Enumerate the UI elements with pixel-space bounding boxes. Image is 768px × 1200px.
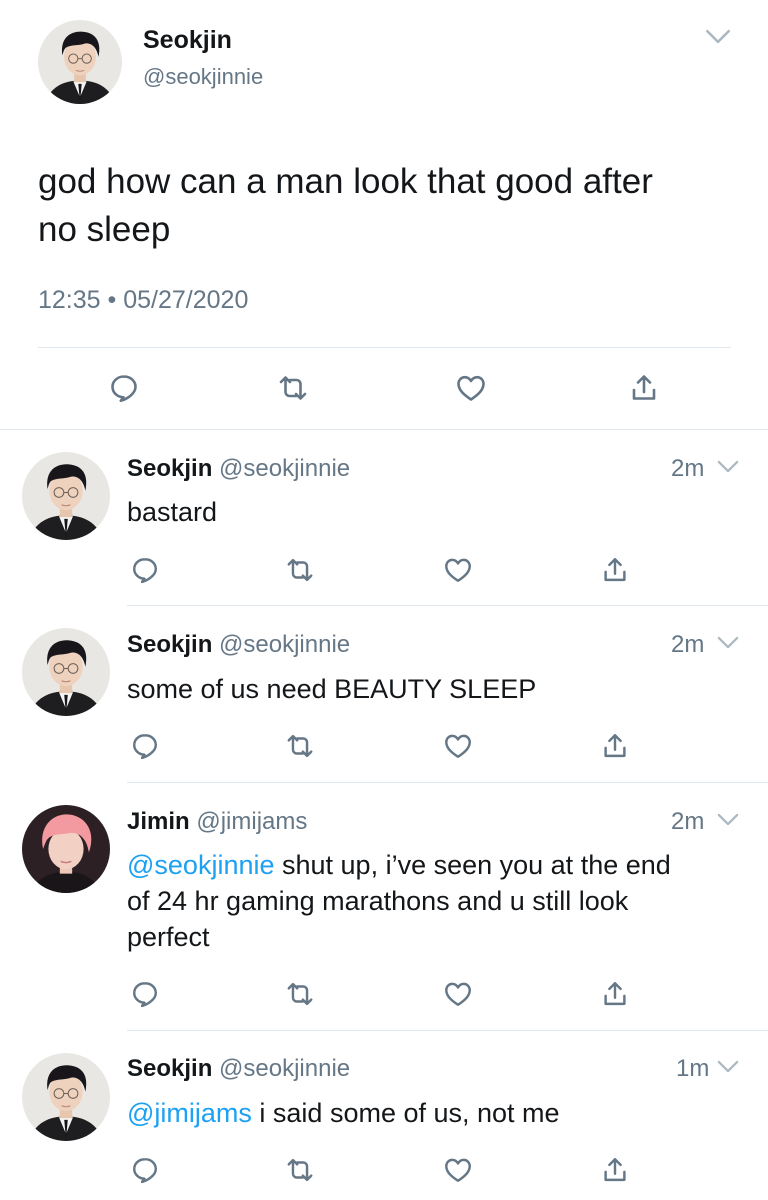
author-handle[interactable]: @seokjinnie	[219, 1055, 350, 1082]
avatar-image	[22, 628, 110, 716]
reply-text-line-1: @jimijams i said some of us, not me	[127, 1098, 560, 1129]
author-handle[interactable]: @seokjinnie	[143, 64, 263, 90]
chevron-down-icon[interactable]	[717, 460, 739, 473]
reply-text-line-2: of 24 hr gaming marathons and u still lo…	[127, 886, 629, 916]
share-icon[interactable]	[600, 555, 630, 585]
like-icon[interactable]	[455, 372, 487, 404]
tweet-date: 05/27/2020	[123, 286, 249, 314]
like-icon[interactable]	[443, 731, 473, 761]
author-name[interactable]: Seokjin	[127, 455, 212, 482]
avatar-image	[22, 1053, 110, 1141]
author-name[interactable]: Seokjin	[127, 631, 212, 658]
timestamp-separator: •	[107, 286, 117, 314]
tweet-text-line-1: god how can a man look that good after	[38, 162, 653, 201]
like-icon[interactable]	[443, 555, 473, 585]
share-icon[interactable]	[600, 731, 630, 761]
reply-header: Seokjin @seokjinnie	[127, 455, 350, 483]
reply-header: Seokjin @seokjinnie	[127, 631, 350, 659]
reply-time: 1m	[676, 1055, 710, 1082]
divider	[127, 605, 768, 606]
reply-icon[interactable]	[130, 555, 160, 585]
reply-icon[interactable]	[130, 979, 160, 1009]
mention-link[interactable]: @seokjinnie	[127, 850, 275, 880]
author-handle[interactable]: @seokjinnie	[219, 455, 350, 482]
like-icon[interactable]	[443, 1155, 473, 1185]
divider	[127, 1030, 768, 1031]
avatar-image	[38, 20, 122, 104]
author-handle[interactable]: @seokjinnie	[219, 631, 350, 658]
author-name[interactable]: Jimin	[127, 808, 190, 835]
reply-time: 2m	[671, 631, 705, 658]
chevron-down-icon[interactable]	[717, 636, 739, 649]
retweet-icon[interactable]	[277, 372, 309, 404]
divider	[127, 782, 768, 783]
share-icon[interactable]	[600, 1155, 630, 1185]
avatar-image	[22, 452, 110, 540]
retweet-icon[interactable]	[285, 731, 315, 761]
chevron-down-icon[interactable]	[705, 29, 731, 44]
reply-icon[interactable]	[130, 731, 160, 761]
avatar[interactable]	[22, 805, 110, 893]
reply-text-line-1: @seokjinnie shut up, i’ve seen you at th…	[127, 850, 671, 881]
tweet-timestamp: 12:35 • 05/27/2020	[38, 286, 248, 315]
author-handle[interactable]: @jimijams	[196, 808, 307, 835]
like-icon[interactable]	[443, 979, 473, 1009]
reply-icon[interactable]	[108, 372, 140, 404]
chevron-down-icon[interactable]	[717, 1060, 739, 1073]
avatar-image	[22, 805, 110, 893]
avatar[interactable]	[22, 628, 110, 716]
reply-text: bastard	[127, 497, 218, 527]
share-icon[interactable]	[600, 979, 630, 1009]
avatar[interactable]	[38, 20, 122, 104]
author-name[interactable]: Seokjin	[143, 26, 232, 55]
retweet-icon[interactable]	[285, 979, 315, 1009]
retweet-icon[interactable]	[285, 1155, 315, 1185]
chevron-down-icon[interactable]	[717, 813, 739, 826]
reply-time: 2m	[671, 808, 705, 835]
divider	[38, 347, 731, 348]
reply-text-line-3: perfect	[127, 922, 210, 952]
reply-header: Jimin @jimijams	[127, 808, 307, 836]
avatar[interactable]	[22, 1053, 110, 1141]
tweet-text-line-2: no sleep	[38, 210, 171, 249]
retweet-icon[interactable]	[285, 555, 315, 585]
divider	[0, 429, 768, 430]
share-icon[interactable]	[628, 372, 660, 404]
reply-time: 2m	[671, 455, 705, 482]
author-name[interactable]: Seokjin	[127, 1055, 212, 1082]
reply-text: shut up, i’ve seen you at the end	[274, 850, 671, 880]
reply-header: Seokjin @seokjinnie	[127, 1055, 350, 1083]
mention-link[interactable]: @jimijams	[127, 1098, 252, 1128]
reply-text: some of us need BEAUTY SLEEP	[127, 674, 537, 704]
avatar[interactable]	[22, 452, 110, 540]
reply-text: i said some of us, not me	[251, 1098, 560, 1128]
reply-icon[interactable]	[130, 1155, 160, 1185]
tweet-time: 12:35	[38, 286, 101, 314]
